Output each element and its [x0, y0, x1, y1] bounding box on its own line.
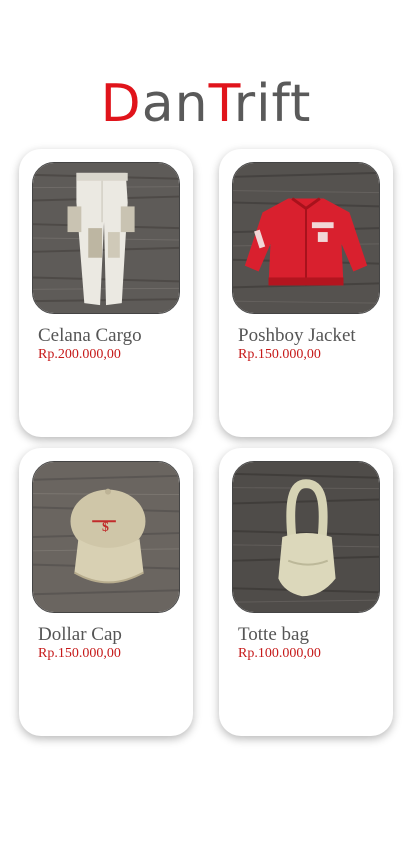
product-name[interactable]: Dollar Cap: [38, 624, 122, 646]
product-card-poshboy-jacket[interactable]: Poshboy Jacket Rp.150.000,00: [219, 149, 393, 437]
cargo-pants-icon: [33, 163, 179, 313]
product-name[interactable]: Celana Cargo: [38, 325, 142, 347]
product-price: Rp.100.000,00: [238, 646, 321, 661]
logo-letter: t: [289, 74, 312, 134]
logo-letter: i: [256, 74, 272, 134]
cap-icon: $: [33, 462, 179, 612]
product-price: Rp.150.000,00: [238, 347, 321, 362]
product-price: Rp.200.000,00: [38, 347, 121, 362]
red-jacket-icon: [233, 163, 379, 313]
brand-logo: DanTrift: [0, 72, 412, 136]
logo-letter: r: [233, 74, 257, 134]
logo-letter: f: [271, 74, 290, 134]
red-jacket-photo[interactable]: [232, 162, 380, 314]
tote-bag-icon: [233, 462, 379, 612]
logo-letter: T: [208, 74, 234, 134]
product-name[interactable]: Poshboy Jacket: [238, 325, 356, 347]
cargo-pants-photo[interactable]: [32, 162, 180, 314]
logo-letter: D: [100, 74, 142, 134]
cap-photo[interactable]: $: [32, 461, 180, 613]
logo-letter: n: [174, 74, 209, 134]
product-card-celana-cargo[interactable]: Celana Cargo Rp.200.000,00: [19, 149, 193, 437]
product-price: Rp.150.000,00: [38, 646, 121, 661]
tote-bag-photo[interactable]: [232, 461, 380, 613]
product-card-totte-bag[interactable]: Totte bag Rp.100.000,00: [219, 448, 393, 736]
product-name[interactable]: Totte bag: [238, 624, 309, 646]
logo-letter: a: [141, 74, 175, 134]
product-card-dollar-cap[interactable]: $ Dollar Cap Rp.150.000,00: [19, 448, 193, 736]
